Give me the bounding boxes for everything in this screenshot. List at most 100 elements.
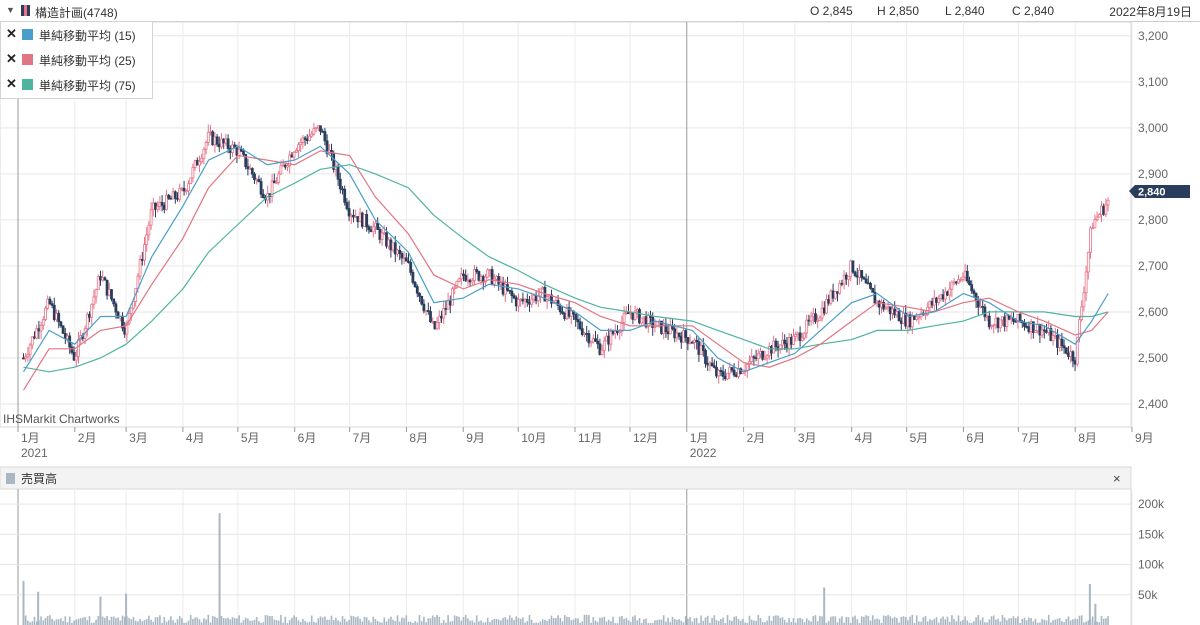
month-tick-label: 6月 — [966, 431, 985, 445]
candle-body — [61, 325, 65, 334]
volume-bar — [218, 513, 221, 625]
volume-tick-label: 50k — [1138, 588, 1158, 602]
volume-bar — [526, 621, 529, 625]
candle-body — [451, 288, 454, 306]
candle-body — [501, 282, 505, 295]
volume-bar — [271, 616, 273, 625]
volume-bar — [900, 616, 903, 625]
volume-bar — [693, 618, 696, 625]
volume-bar — [227, 617, 229, 625]
volume-bar — [242, 620, 245, 625]
candle-body — [374, 222, 377, 228]
volume-bar — [139, 618, 141, 625]
candle-body — [717, 370, 721, 377]
candle-body — [503, 284, 507, 295]
candle-body — [143, 244, 146, 261]
candle-body — [468, 279, 472, 283]
volume-bar — [1100, 615, 1103, 625]
candle-body — [886, 306, 890, 309]
volume-bar — [1021, 618, 1024, 625]
volume-bar — [594, 620, 597, 625]
candle-body — [752, 356, 756, 359]
volume-bar — [618, 616, 621, 625]
volume-bar — [678, 619, 680, 625]
candle-body — [209, 131, 212, 134]
candle-body — [59, 321, 63, 327]
volume-bar — [148, 615, 150, 625]
candle-body — [462, 273, 465, 276]
candle-body — [523, 298, 527, 302]
volume-bar — [658, 619, 661, 625]
volume-bar — [1078, 615, 1081, 625]
volume-bar — [1012, 616, 1015, 625]
volume-bar — [194, 617, 196, 625]
candle-body — [668, 325, 672, 335]
remove-indicator-icon[interactable]: ✕ — [6, 51, 17, 67]
volume-bar — [258, 621, 260, 625]
candle-body — [39, 324, 43, 332]
volume-bar — [953, 618, 955, 625]
candle-body — [283, 164, 287, 168]
candle-body — [695, 339, 699, 343]
volume-bar — [805, 618, 808, 625]
volume-bar — [141, 621, 144, 625]
candle-body — [107, 289, 111, 296]
volume-bar — [449, 621, 452, 625]
candle-body — [965, 270, 969, 282]
candle-body — [990, 325, 993, 328]
volume-bar — [277, 620, 280, 625]
month-tick-label: 1月 — [21, 431, 40, 445]
volume-bar — [552, 618, 555, 625]
volume-bar — [172, 620, 174, 625]
candle-body — [277, 173, 281, 183]
candle-body — [28, 344, 32, 355]
candle-body — [732, 369, 736, 376]
volume-swatch — [6, 473, 15, 484]
candle-body — [836, 291, 839, 294]
candle-body — [574, 313, 578, 320]
candle-body — [580, 328, 584, 335]
volume-bar — [997, 618, 999, 625]
volume-bar — [205, 619, 207, 625]
candle-body — [140, 259, 144, 261]
volume-bar — [973, 621, 975, 625]
candle-body — [594, 338, 597, 342]
volume-bar — [401, 617, 403, 625]
candle-body — [105, 279, 109, 296]
volume-bar — [966, 620, 969, 625]
candle-body — [389, 239, 393, 251]
remove-indicator-icon[interactable]: ✕ — [6, 26, 17, 42]
candle-body — [635, 309, 639, 312]
volume-bar — [988, 619, 991, 625]
candle-body — [576, 319, 580, 323]
volume-bar — [623, 618, 625, 625]
volume-bar — [130, 619, 133, 625]
volume-bar — [957, 615, 960, 625]
remove-indicator-icon[interactable]: ✕ — [6, 76, 17, 92]
close-icon[interactable]: × — [1113, 471, 1121, 486]
candle-body — [235, 147, 239, 156]
candle-body — [413, 282, 417, 288]
price-tick-label: 2,600 — [1138, 305, 1168, 319]
volume-bar — [350, 615, 353, 625]
volume-bar — [451, 621, 454, 625]
volume-bar — [942, 616, 944, 625]
stock-chart[interactable]: 3,200 3,100 3,000 2,900 2,800 2,700 2,600 2,500… — [0, 0, 1200, 625]
candle-body — [1104, 204, 1108, 215]
volume-bar — [854, 615, 856, 625]
candle-body — [479, 276, 483, 281]
candle-body — [629, 312, 633, 315]
volume-bar — [797, 618, 799, 625]
price-tick-label: 3,100 — [1138, 75, 1168, 89]
volume-bar — [702, 620, 705, 625]
volume-bar — [926, 621, 929, 625]
candle-body — [259, 181, 263, 195]
volume-bar — [801, 618, 804, 625]
candle-body — [605, 335, 608, 342]
volume-bar — [22, 580, 25, 625]
candle-body — [715, 367, 718, 377]
candle-body — [833, 291, 837, 299]
volume-bar — [513, 619, 515, 625]
candle-body — [360, 212, 364, 227]
volume-bar — [273, 619, 276, 625]
